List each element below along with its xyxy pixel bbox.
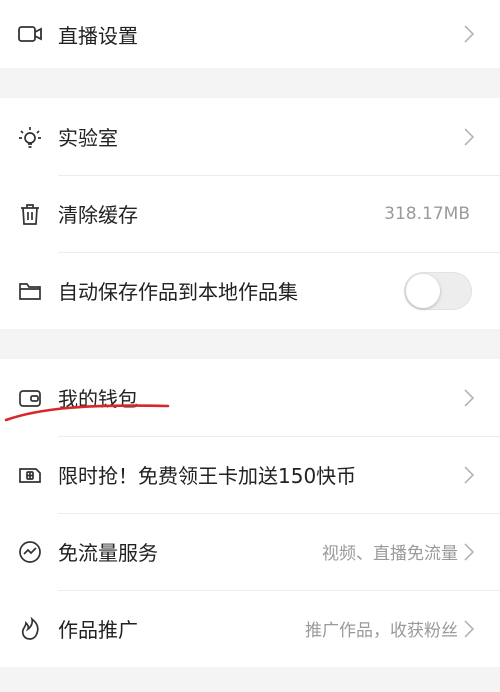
row-king-card-promo[interactable]: 限时抢！免费领王卡加送150快币 bbox=[0, 436, 500, 513]
chevron-right-icon bbox=[464, 25, 475, 43]
row-label: 免流量服务 bbox=[58, 541, 158, 565]
free-data-value: 视频、直播免流量 bbox=[322, 544, 458, 564]
wallet-icon bbox=[8, 383, 52, 413]
chevron-right-icon bbox=[464, 465, 475, 484]
row-lab[interactable]: 实验室 bbox=[0, 98, 500, 175]
chevron-right-icon bbox=[464, 619, 475, 638]
toggle-knob bbox=[406, 273, 440, 308]
auto-save-toggle[interactable] bbox=[404, 271, 472, 310]
cache-size-value: 318.17MB bbox=[384, 203, 470, 224]
chevron-right-icon bbox=[464, 127, 475, 146]
row-auto-save[interactable]: 自动保存作品到本地作品集 bbox=[0, 252, 500, 329]
row-live-settings[interactable]: 直播设置 bbox=[0, 0, 500, 68]
row-label: 限时抢！免费领王卡加送150快币 bbox=[58, 464, 357, 488]
camera-icon bbox=[8, 19, 52, 49]
row-label: 自动保存作品到本地作品集 bbox=[58, 280, 298, 304]
settings-group-services: 我的钱包 限时抢！免费领王卡加送150快币 免流量服务 视频、直播免流量 作品推… bbox=[0, 359, 500, 667]
sim-card-icon bbox=[8, 460, 52, 490]
row-label: 实验室 bbox=[58, 126, 118, 150]
row-clear-cache[interactable]: 清除缓存 318.17MB bbox=[0, 175, 500, 252]
chevron-right-icon bbox=[464, 388, 475, 407]
chevron-right-icon bbox=[464, 542, 475, 561]
folder-icon bbox=[8, 276, 52, 306]
trash-icon bbox=[8, 199, 52, 229]
settings-group-tools: 实验室 清除缓存 318.17MB 自动保存作品到本地作品集 bbox=[0, 98, 500, 329]
row-label: 清除缓存 bbox=[58, 203, 138, 227]
row-my-wallet[interactable]: 我的钱包 bbox=[0, 359, 500, 436]
group-spacer bbox=[0, 329, 500, 359]
flame-icon bbox=[8, 614, 52, 644]
lightbulb-icon bbox=[8, 122, 52, 152]
group-spacer bbox=[0, 68, 500, 98]
row-label: 直播设置 bbox=[58, 23, 138, 48]
row-label: 我的钱包 bbox=[58, 387, 138, 411]
promote-works-value: 推广作品，收获粉丝 bbox=[305, 621, 458, 641]
data-flow-icon bbox=[8, 537, 52, 567]
settings-group-live: 直播设置 bbox=[0, 0, 500, 68]
row-free-data[interactable]: 免流量服务 视频、直播免流量 bbox=[0, 513, 500, 590]
row-promote-works[interactable]: 作品推广 推广作品，收获粉丝 bbox=[0, 590, 500, 667]
row-label: 作品推广 bbox=[58, 618, 138, 642]
